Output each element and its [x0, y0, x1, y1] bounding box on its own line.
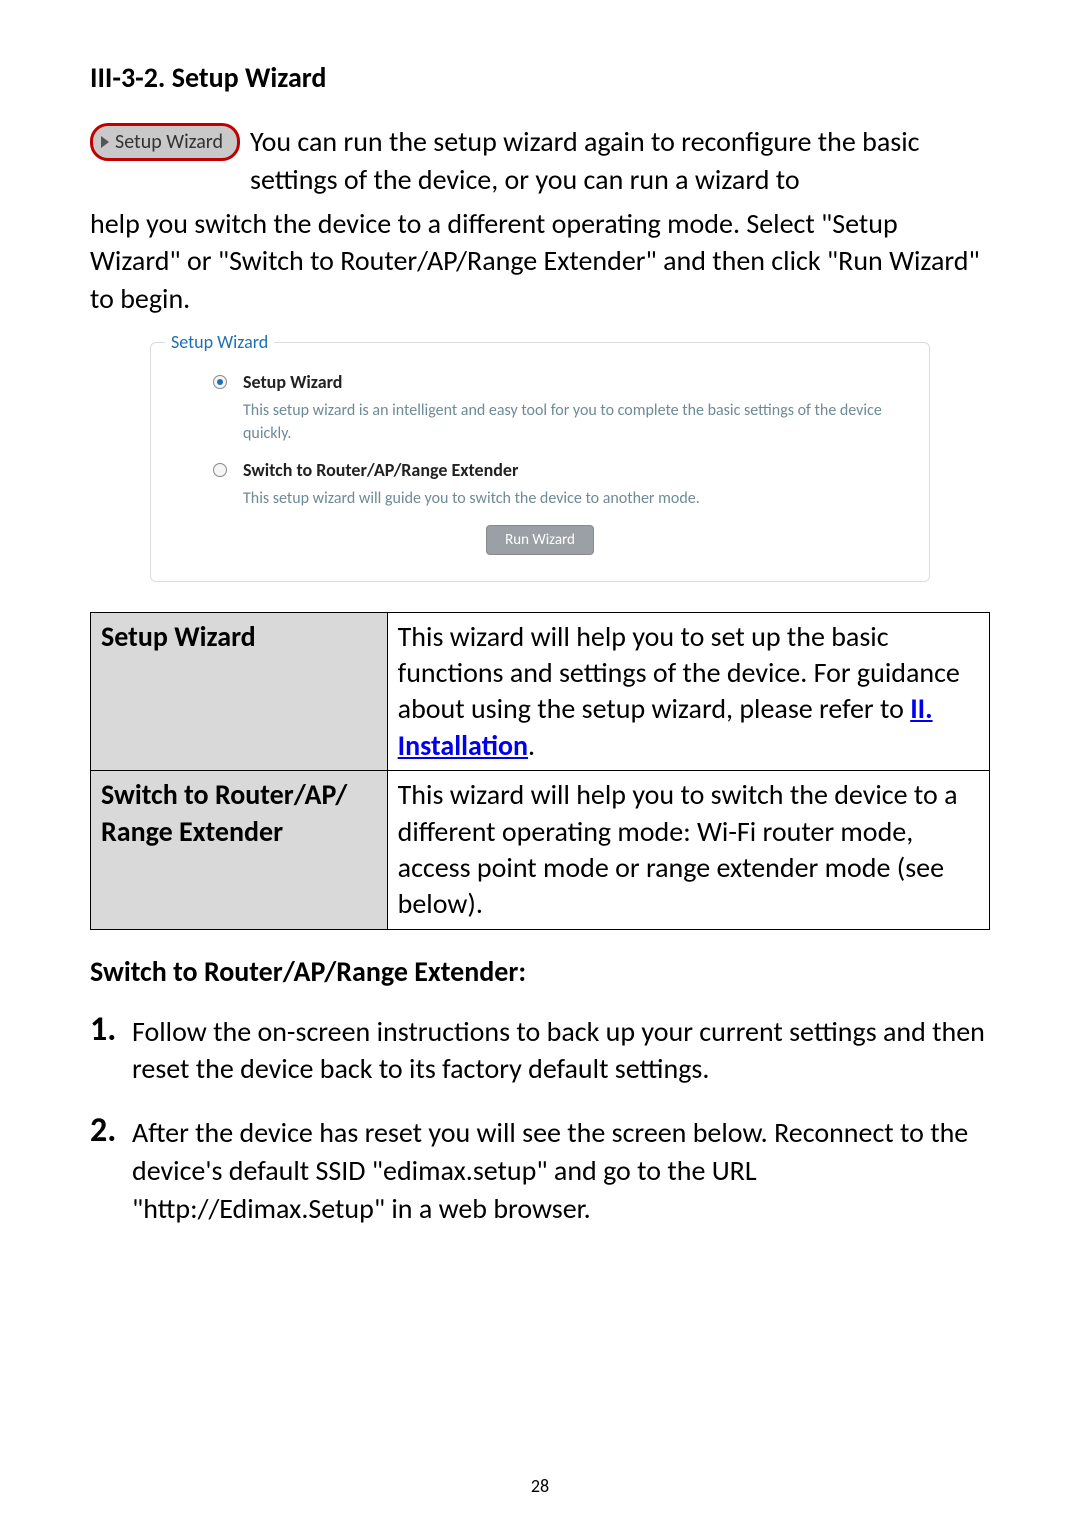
table-cell-label: Setup Wizard — [91, 612, 388, 771]
section-heading: III-3-2. Setup Wizard — [90, 60, 990, 95]
intro-block: Setup Wizard You can run the setup wizar… — [90, 123, 990, 318]
page-number: 28 — [0, 1475, 1080, 1497]
option2-title: Switch to Router/AP/Range Extender — [243, 459, 518, 481]
radio-selected-icon[interactable] — [213, 375, 227, 389]
option1-title: Setup Wizard — [243, 371, 342, 393]
badge-label: Setup Wizard — [115, 130, 223, 154]
table-cell-text: This wizard will help you to set up the … — [387, 612, 989, 771]
table-row: Switch to Router/AP/ Range Extender This… — [91, 771, 990, 930]
option2-desc: This setup wizard will guide you to swit… — [243, 487, 907, 510]
option1-desc: This setup wizard is an intelligent and … — [243, 399, 907, 445]
row1-text-b: . — [528, 728, 535, 763]
step-2: 2. After the device has reset you will s… — [90, 1110, 990, 1227]
table-cell-text: This wizard will help you to switch the … — [387, 771, 989, 930]
option-switch-mode[interactable]: Switch to Router/AP/Range Extender — [213, 459, 907, 481]
fieldset-legend: Setup Wizard — [165, 331, 274, 353]
step-text: After the device has reset you will see … — [132, 1110, 990, 1227]
option-setup-wizard[interactable]: Setup Wizard — [213, 371, 907, 393]
description-table: Setup Wizard This wizard will help you t… — [90, 612, 990, 930]
setup-wizard-badge: Setup Wizard — [90, 123, 240, 161]
step-number: 1. — [90, 1009, 132, 1050]
caret-right-icon — [101, 136, 109, 148]
radio-unselected-icon[interactable] — [213, 463, 227, 477]
intro-text-line1: You can run the setup wizard again to re… — [250, 123, 990, 199]
table-cell-label: Switch to Router/AP/ Range Extender — [91, 771, 388, 930]
row1-text-a: This wizard will help you to set up the … — [398, 619, 960, 727]
table-row: Setup Wizard This wizard will help you t… — [91, 612, 990, 771]
step-1: 1. Follow the on-screen instructions to … — [90, 1009, 990, 1089]
switch-subheading: Switch to Router/AP/Range Extender: — [90, 954, 990, 989]
setup-wizard-fieldset: Setup Wizard Setup Wizard This setup wiz… — [150, 342, 930, 582]
step-text: Follow the on-screen instructions to bac… — [132, 1009, 990, 1089]
step-number: 2. — [90, 1110, 132, 1151]
run-wizard-button[interactable]: Run Wizard — [486, 525, 594, 555]
intro-text-rest: help you switch the device to a differen… — [90, 205, 990, 318]
